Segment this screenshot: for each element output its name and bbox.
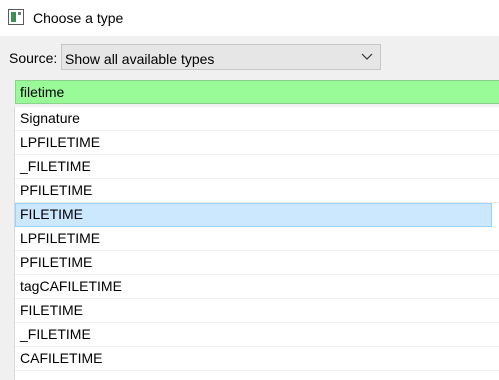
list-item[interactable]: Signature [15,107,499,131]
source-label: Source: [9,50,58,66]
chevron-down-icon [361,53,373,60]
title-bar: Choose a type [0,0,499,36]
filter-input[interactable] [15,80,499,104]
source-dropdown[interactable]: Show all available types [61,44,381,70]
list-item[interactable]: LPFILETIME [15,227,499,251]
list-item[interactable]: PFILETIME [15,179,499,203]
list-item[interactable]: FILETIME [15,299,499,323]
source-row: Source: Show all available types [0,44,499,70]
app-icon [8,9,24,25]
source-dropdown-value: Show all available types [65,51,215,67]
list-item-selected[interactable]: FILETIME [15,203,492,227]
list-item[interactable]: LPFILETIME [15,131,499,155]
list-item[interactable]: _FILETIME [15,155,499,179]
list-item[interactable]: PFILETIME [15,251,499,275]
window-title: Choose a type [33,10,124,26]
list-item[interactable]: _FILETIME [15,323,499,347]
choose-type-dialog: Choose a type Source: Show all available… [0,0,499,380]
list-item[interactable]: tagCAFILETIME [15,275,499,299]
type-list[interactable]: Signature LPFILETIME _FILETIME PFILETIME FIL… [14,107,499,380]
list-item[interactable]: CAFILETIME [15,347,499,371]
